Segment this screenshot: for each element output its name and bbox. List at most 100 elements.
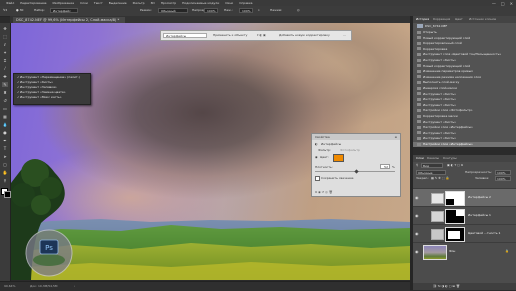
more-options-icon[interactable]: ▾ ◐ ▣ — [257, 33, 266, 38]
tab-channels[interactable]: Каналы — [427, 156, 439, 161]
layer-mask-thumbnail[interactable] — [445, 227, 465, 242]
filter-kind-select[interactable]: Вид — [421, 163, 443, 168]
airbrush-icon[interactable]: ⌖ — [258, 8, 260, 12]
dodge-icon[interactable]: ● — [2, 130, 8, 135]
color-radio[interactable]: ◉ — [315, 155, 318, 159]
brush-tool-icon[interactable]: ✎▾ — [3, 8, 7, 12]
mode-select[interactable]: Обычный — [158, 8, 188, 13]
history-state[interactable]: Выполнить слой-маску — [413, 80, 516, 85]
layer-actions-icons[interactable]: ⛓ fx ◑ ◐ ▢ ⊞ 🗑 — [433, 284, 460, 289]
menu-type[interactable]: Текст — [94, 1, 103, 5]
heal-icon[interactable]: ✚ — [2, 74, 8, 79]
eye-icon[interactable]: ◉ — [415, 249, 419, 254]
lasso-icon[interactable]: ℓ — [2, 42, 8, 47]
history-state[interactable]: Инструмент «Кисть» — [413, 92, 516, 97]
history-state[interactable]: Инструмент «Кисть» — [413, 58, 516, 63]
layer-filter-icons[interactable]: ▣ ◐ T ▢ ⧉ — [447, 163, 463, 168]
preserve-luminosity-checkbox[interactable] — [315, 176, 320, 181]
minimize-icon[interactable]: — — [492, 1, 496, 6]
crop-icon[interactable]: ⌗ — [2, 58, 8, 63]
clip-icon[interactable]: ⧉ ◉ ↺ ◎ 🗑 — [315, 190, 333, 194]
zoom-readout[interactable]: 99,64% — [4, 284, 15, 288]
filter-select[interactable]: Фотофильтр — [340, 148, 360, 152]
filter-kind-icon[interactable]: ⚲ — [416, 163, 418, 168]
tab-layers[interactable]: Слои — [416, 156, 424, 161]
apply-to-object-button[interactable]: Применить к объекту — [213, 33, 247, 38]
menu-3d[interactable]: 3D — [151, 1, 155, 5]
eraser-icon[interactable]: ▭ — [2, 106, 8, 111]
menu-file[interactable]: Файл — [6, 1, 14, 5]
menu-plugins[interactable]: Подключаемые модули — [182, 1, 219, 5]
move-icon[interactable]: ✥ — [2, 26, 8, 31]
blur-icon[interactable]: 💧 — [2, 122, 8, 127]
layer-mask-thumbnail[interactable] — [445, 209, 465, 224]
history-state[interactable]: Корректировка маски — [413, 114, 516, 119]
layer-name[interactable]: Интерфейсы 1 — [468, 213, 491, 217]
taskbar-menu-icon[interactable]: ⋯ — [343, 33, 346, 38]
gradient-icon[interactable]: ▦ — [2, 114, 8, 119]
menu-help[interactable]: Справка — [239, 1, 252, 5]
history-state[interactable]: Инструмент «Кисть» — [413, 131, 516, 136]
layer-name[interactable]: Фон — [449, 249, 455, 253]
layer-row[interactable]: ◉ Интерфейсы 1 — [413, 206, 516, 224]
background-color-swatch[interactable] — [4, 191, 11, 198]
layer-mask-thumbnail[interactable] — [445, 191, 465, 206]
layer-row[interactable]: ◉ Фон 🔒 — [413, 242, 516, 260]
history-state[interactable]: Корректировочный слой — [413, 41, 516, 46]
menu-layers[interactable]: Слои — [80, 1, 88, 5]
eyedropper-icon[interactable]: ⁄ — [2, 66, 8, 71]
menu-select[interactable]: Выделение — [109, 1, 127, 5]
tab-color[interactable]: Цвет — [455, 17, 463, 22]
marquee-icon[interactable]: ⬚ — [2, 34, 8, 39]
tab-history[interactable]: История — [416, 17, 429, 22]
history-state[interactable]: Инверсия слой-маски — [413, 86, 516, 91]
shape-icon[interactable]: ▢ — [2, 162, 8, 167]
eye-icon[interactable]: ◉ — [415, 213, 419, 218]
zoom-icon[interactable]: ⚲ — [2, 178, 8, 183]
history-state[interactable]: Изменение режима наложения слоя — [413, 75, 516, 80]
history-state[interactable]: Инструмент «Кисть» — [413, 103, 516, 108]
add-adjustment-button[interactable]: Добавить новую корректировку — [279, 33, 330, 38]
menu-image[interactable]: Изображение — [52, 1, 74, 5]
opacity-input[interactable]: 100% — [204, 8, 218, 13]
preset-item-mixer-brush[interactable]: ✓Инструмент «Микс кисть» — [17, 95, 62, 100]
path-select-icon[interactable]: ➤ — [2, 154, 8, 159]
history-state[interactable]: Инструмент слоя «Цветовой тон/Насыщеннос… — [413, 52, 516, 57]
history-state[interactable]: Изменение параметров кривых — [413, 69, 516, 74]
filter-color-swatch[interactable] — [333, 154, 344, 162]
menu-edit[interactable]: Редактирование — [20, 1, 46, 5]
history-state[interactable]: Новый корректирующий слой — [413, 64, 516, 69]
pen-icon[interactable]: ✒ — [2, 138, 8, 143]
history-state[interactable]: Инструмент «Кисть» — [413, 97, 516, 102]
pressure-icon[interactable]: ◎ — [297, 8, 300, 12]
history-state[interactable]: Открыть — [413, 30, 516, 35]
layer-name[interactable]: Интерфейсы 2 — [468, 195, 491, 199]
history-brush-icon[interactable]: ↺ — [2, 98, 8, 103]
preset-select[interactable]: Интерфейс — [50, 8, 78, 13]
history-state[interactable]: Инструмент «Кисть» — [413, 136, 516, 141]
history-state[interactable]: Настройки слоя «Интерфейсы» — [413, 142, 516, 148]
density-slider-thumb[interactable] — [354, 169, 359, 174]
stamp-icon[interactable]: ♜ — [2, 90, 8, 95]
close-icon[interactable]: ✕ — [510, 1, 513, 6]
history-state[interactable]: Новый корректирующий слой — [413, 36, 516, 41]
history-state[interactable]: Инструмент «Кисть» — [413, 120, 516, 125]
history-snapshot[interactable]: DSC_8742.NEF — [413, 24, 516, 29]
tab-paths[interactable]: Контуры — [443, 156, 457, 161]
history-state[interactable]: Настройки слоя «Интерфейсы» — [413, 125, 516, 130]
tab-adjustments[interactable]: Коррекция — [433, 17, 450, 22]
brush-icon[interactable]: ✎ — [2, 82, 8, 87]
history-state[interactable]: Корректировка — [413, 47, 516, 52]
tab-clone-source[interactable]: Источник клонов — [469, 17, 496, 22]
hand-icon[interactable]: ✋ — [2, 170, 8, 175]
eye-icon[interactable]: ◉ — [415, 231, 419, 236]
menu-filter[interactable]: Фильтр — [133, 1, 145, 5]
type-icon[interactable]: T — [2, 146, 8, 151]
menu-view[interactable]: Просмотр — [161, 1, 176, 5]
maximize-icon[interactable]: □ — [501, 1, 505, 6]
layer-row[interactable]: ◉ Интерфейсы 2 — [413, 188, 516, 206]
menu-window[interactable]: Окно — [225, 1, 233, 5]
flow-input[interactable]: 100% — [239, 8, 253, 13]
eye-icon[interactable]: ◉ — [415, 195, 419, 200]
layer-opacity-input[interactable]: 100% — [495, 170, 511, 175]
